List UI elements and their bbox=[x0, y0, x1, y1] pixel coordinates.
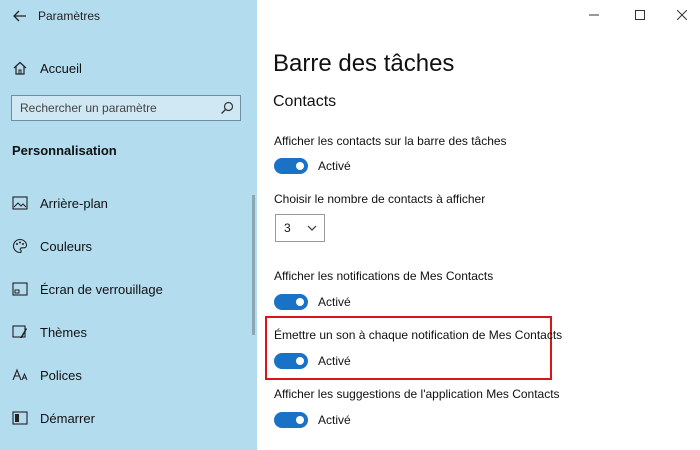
toggle-row-suggestions: Activé bbox=[274, 412, 351, 428]
sidebar-item-colors[interactable]: Couleurs bbox=[0, 232, 257, 260]
minimize-button[interactable] bbox=[579, 2, 609, 28]
toggle-state-label: Activé bbox=[318, 295, 351, 309]
app-title: Paramètres bbox=[38, 9, 101, 23]
section-subhead: Contacts bbox=[273, 93, 337, 110]
fonts-icon bbox=[12, 367, 28, 383]
close-icon bbox=[677, 10, 687, 20]
sidebar-item-label: Démarrer bbox=[40, 410, 95, 426]
sidebar-item-background[interactable]: Arrière-plan bbox=[0, 189, 257, 217]
maximize-button[interactable] bbox=[625, 2, 655, 28]
main-pane: Barre des tâches Contacts Afficher les c… bbox=[257, 0, 700, 450]
search-box[interactable] bbox=[11, 95, 241, 121]
toggle-row-show-contacts: Activé bbox=[274, 158, 351, 174]
start-icon bbox=[12, 410, 28, 426]
lock-screen-icon bbox=[12, 281, 28, 297]
highlight-box bbox=[265, 316, 552, 380]
minimize-icon bbox=[589, 14, 599, 16]
contact-count-dropdown[interactable]: 3 bbox=[275, 214, 325, 242]
sidebar-item-label: Thèmes bbox=[40, 324, 87, 340]
back-button[interactable] bbox=[8, 4, 32, 28]
sidebar-item-label: Arrière-plan bbox=[40, 195, 108, 211]
title-bar: Paramètres bbox=[0, 0, 257, 32]
sidebar: Paramètres Accueil Personnalisation bbox=[0, 0, 257, 450]
setting-label-suggestions: Afficher les suggestions de l'applicatio… bbox=[274, 387, 560, 401]
toggle-state-label: Activé bbox=[318, 159, 351, 173]
palette-icon bbox=[12, 238, 28, 254]
image-icon bbox=[12, 195, 28, 211]
sidebar-item-label: Écran de verrouillage bbox=[40, 281, 163, 297]
toggle-state-label: Activé bbox=[318, 354, 351, 368]
sidebar-item-label: Polices bbox=[40, 367, 82, 383]
sidebar-scrollbar[interactable] bbox=[252, 195, 255, 335]
sidebar-item-lock-screen[interactable]: Écran de verrouillage bbox=[0, 275, 257, 303]
themes-icon bbox=[12, 324, 28, 340]
search-input[interactable] bbox=[12, 100, 212, 116]
sidebar-item-fonts[interactable]: Polices bbox=[0, 361, 257, 389]
setting-label-show-contacts: Afficher les contacts sur la barre des t… bbox=[274, 134, 507, 148]
close-button[interactable] bbox=[667, 2, 697, 28]
suggestions-toggle[interactable] bbox=[274, 412, 308, 428]
setting-label-contact-count: Choisir le nombre de contacts à afficher bbox=[274, 192, 486, 206]
setting-label-sound: Émettre un son à chaque notification de … bbox=[274, 328, 563, 342]
sound-toggle[interactable] bbox=[274, 353, 308, 369]
notifications-toggle[interactable] bbox=[274, 294, 308, 310]
settings-window: Paramètres Accueil Personnalisation bbox=[0, 0, 700, 450]
toggle-row-notifications: Activé bbox=[274, 294, 351, 310]
page-title: Barre des tâches bbox=[273, 50, 455, 77]
setting-label-notifications: Afficher les notifications de Mes Contac… bbox=[274, 269, 494, 283]
maximize-icon bbox=[635, 10, 645, 20]
nav-home-label: Accueil bbox=[40, 60, 82, 76]
home-icon bbox=[12, 60, 28, 76]
dropdown-value: 3 bbox=[284, 221, 291, 235]
nav-home[interactable]: Accueil bbox=[0, 54, 257, 82]
section-title: Personnalisation bbox=[12, 143, 117, 158]
show-contacts-toggle[interactable] bbox=[274, 158, 308, 174]
toggle-row-sound: Activé bbox=[274, 353, 351, 369]
sidebar-item-label: Couleurs bbox=[40, 238, 93, 254]
sidebar-item-start[interactable]: Démarrer bbox=[0, 404, 257, 432]
toggle-state-label: Activé bbox=[318, 413, 351, 427]
chevron-down-icon bbox=[307, 225, 317, 231]
search-icon[interactable] bbox=[220, 101, 234, 115]
back-arrow-icon bbox=[13, 10, 26, 22]
sidebar-item-themes[interactable]: Thèmes bbox=[0, 318, 257, 346]
